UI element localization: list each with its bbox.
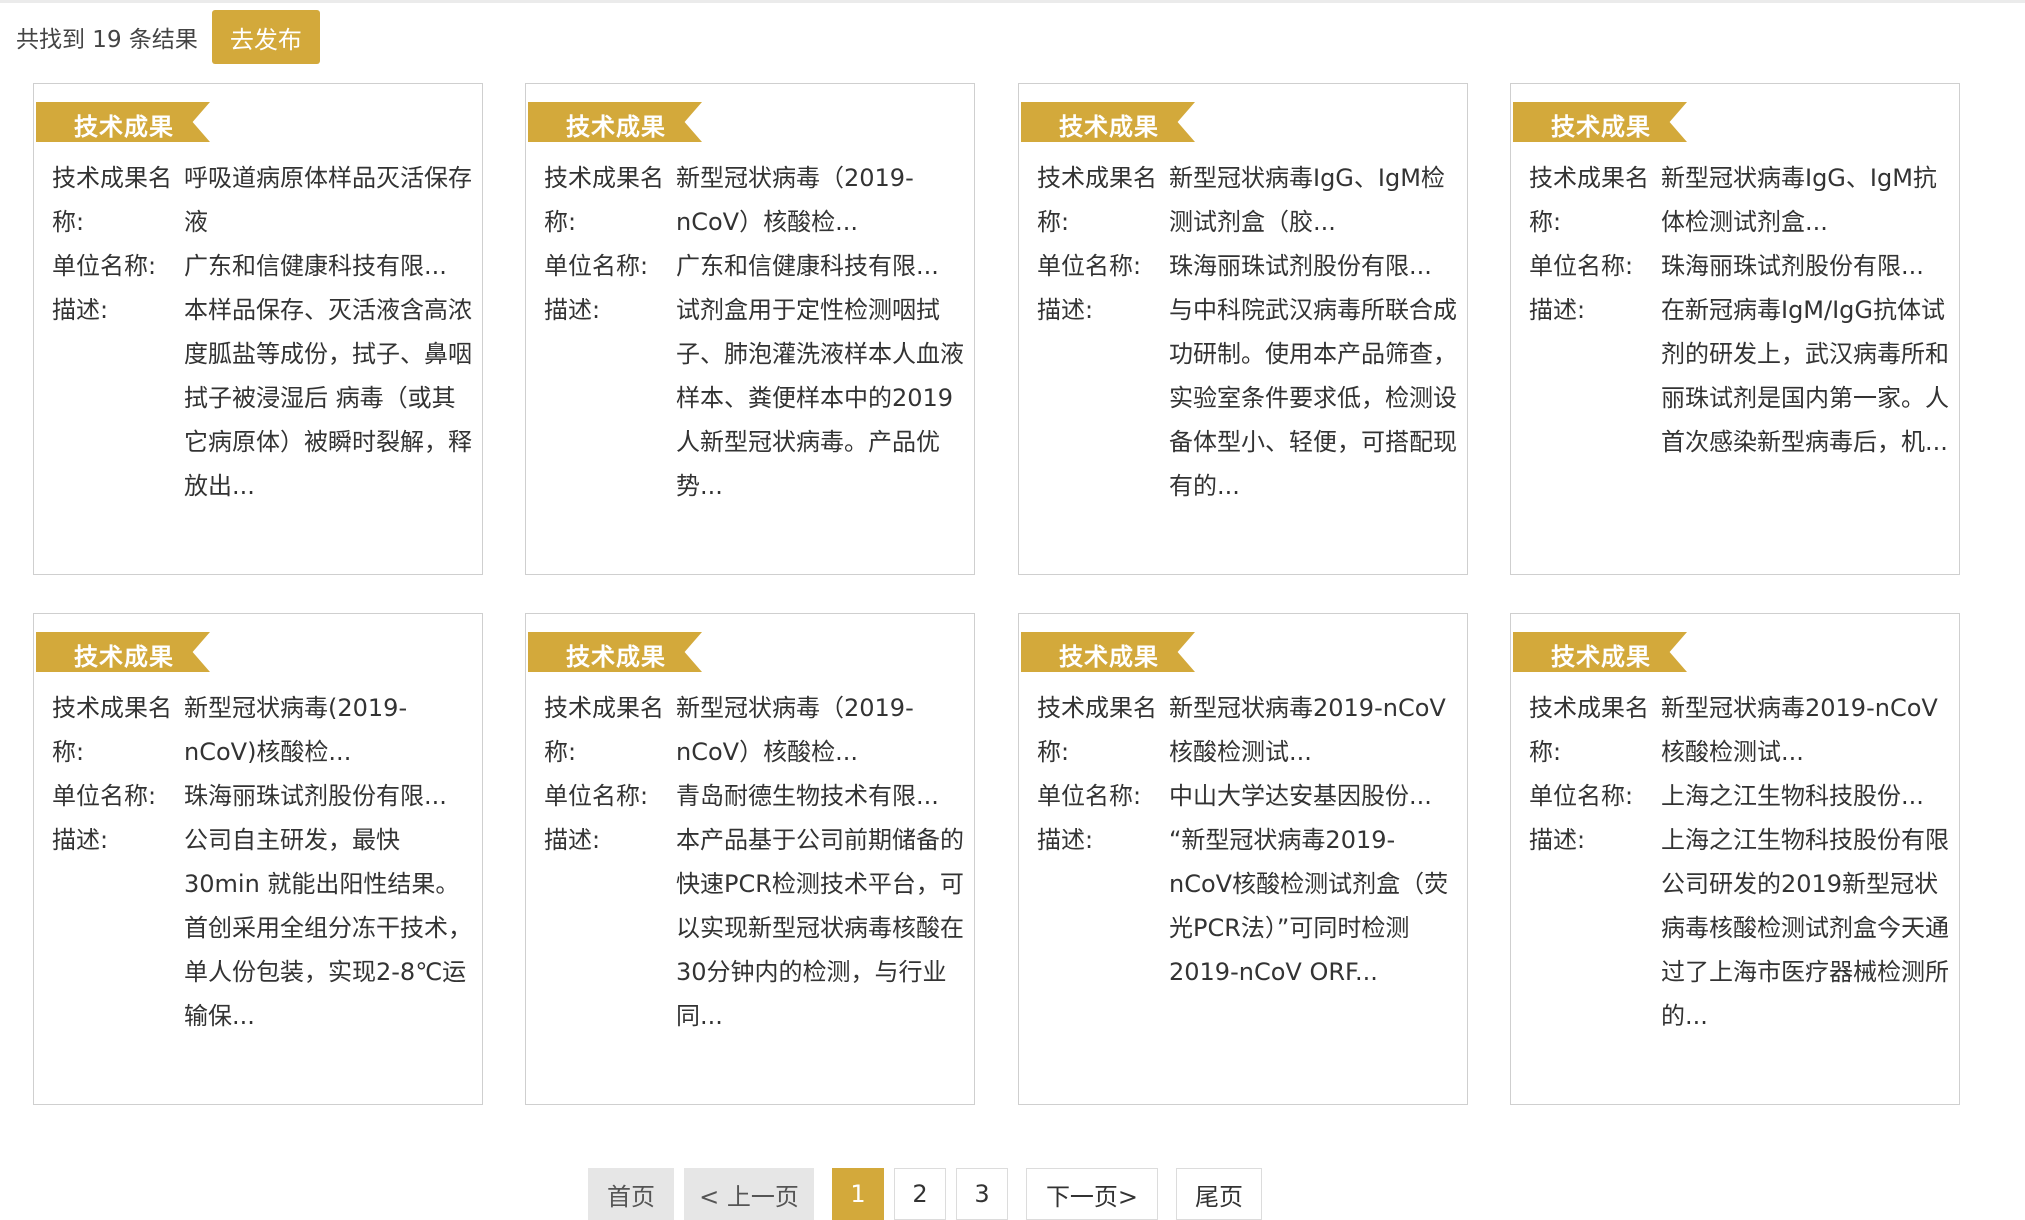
achievement-name[interactable]: 呼吸道病原体样品灭活保存液 xyxy=(184,156,472,244)
organization-name: 珠海丽珠试剂股份有限... xyxy=(184,782,447,810)
name-label: 技术成果名称: xyxy=(544,694,664,766)
achievement-name[interactable]: 新型冠状病毒IgG、IgM检测试剂盒（胶... xyxy=(1169,156,1457,244)
description: 公司自主研发，最快30min 就能出阳性结果。首创采用全组分冻干技术，单人份包装… xyxy=(184,826,472,1030)
name-label: 技术成果名称: xyxy=(52,694,172,766)
organization-name: 珠海丽珠试剂股份有限... xyxy=(1661,252,1924,280)
desc-label: 描述: xyxy=(1529,826,1586,854)
achievement-name[interactable]: 新型冠状病毒2019-nCoV核酸检测试... xyxy=(1661,686,1949,774)
org-label: 单位名称: xyxy=(1037,782,1142,810)
page-1-button[interactable]: 1 xyxy=(832,1168,884,1220)
org-label: 单位名称: xyxy=(1529,252,1634,280)
result-card[interactable]: 技术成果 技术成果名称: 新型冠状病毒IgG、IgM检测试剂盒（胶... 单位名称… xyxy=(1018,83,1468,575)
description: “新型冠状病毒2019-nCoV核酸检测试剂盒（荧光PCR法）”可同时检测201… xyxy=(1169,826,1449,986)
name-label: 技术成果名称: xyxy=(1529,164,1649,236)
desc-label: 描述: xyxy=(1037,826,1094,854)
organization-name: 广东和信健康科技有限... xyxy=(184,252,447,280)
result-card[interactable]: 技术成果 技术成果名称: 新型冠状病毒2019-nCoV核酸检测试... 单位名称… xyxy=(1018,613,1468,1105)
name-label: 技术成果名称: xyxy=(52,164,172,236)
results-toolbar: 共找到 19 条结果 去发布 xyxy=(0,9,320,65)
category-badge: 技术成果 xyxy=(1513,632,1687,672)
desc-label: 描述: xyxy=(52,296,109,324)
first-page-button[interactable]: 首页 xyxy=(588,1168,674,1220)
desc-label: 描述: xyxy=(1529,296,1586,324)
org-label: 单位名称: xyxy=(52,782,157,810)
category-badge: 技术成果 xyxy=(1021,102,1195,142)
last-page-button[interactable]: 尾页 xyxy=(1176,1168,1262,1220)
page-2-button[interactable]: 2 xyxy=(894,1168,946,1220)
category-badge: 技术成果 xyxy=(1021,632,1195,672)
org-label: 单位名称: xyxy=(544,252,649,280)
result-card[interactable]: 技术成果 技术成果名称: 新型冠状病毒（2019-nCoV）核酸检... 单位名称… xyxy=(525,83,975,575)
result-card[interactable]: 技术成果 技术成果名称: 新型冠状病毒(2019-nCoV)核酸检... 单位名称… xyxy=(33,613,483,1105)
organization-name: 中山大学达安基因股份... xyxy=(1169,782,1432,810)
publish-button[interactable]: 去发布 xyxy=(211,10,320,64)
description: 在新冠病毒IgM/IgG抗体试剂的研发上，武汉病毒所和丽珠试剂是国内第一家。人首… xyxy=(1661,296,1949,456)
name-label: 技术成果名称: xyxy=(1529,694,1649,766)
next-page-button[interactable]: 下一页> xyxy=(1026,1168,1158,1220)
result-count: 共找到 19 条结果 xyxy=(16,27,198,53)
result-card[interactable]: 技术成果 技术成果名称: 新型冠状病毒IgG、IgM抗体检测试剂盒... 单位名称… xyxy=(1510,83,1960,575)
prev-page-button[interactable]: < 上一页 xyxy=(684,1168,814,1220)
organization-name: 珠海丽珠试剂股份有限... xyxy=(1169,252,1432,280)
result-card[interactable]: 技术成果 技术成果名称: 呼吸道病原体样品灭活保存液 单位名称: 广东和信健康科技有… xyxy=(33,83,483,575)
desc-label: 描述: xyxy=(52,826,109,854)
description: 本产品基于公司前期储备的快速PCR检测技术平台，可以实现新型冠状病毒核酸在30分… xyxy=(676,826,964,1030)
name-label: 技术成果名称: xyxy=(544,164,664,236)
desc-label: 描述: xyxy=(544,296,601,324)
name-label: 技术成果名称: xyxy=(1037,164,1157,236)
category-badge: 技术成果 xyxy=(528,632,702,672)
org-label: 单位名称: xyxy=(544,782,649,810)
achievement-name[interactable]: 新型冠状病毒（2019-nCoV）核酸检... xyxy=(676,156,964,244)
category-badge: 技术成果 xyxy=(36,632,210,672)
description: 上海之江生物科技股份有限公司研发的2019新型冠状病毒核酸检测试剂盒今天通过了上… xyxy=(1661,826,1949,1030)
achievement-name[interactable]: 新型冠状病毒2019-nCoV核酸检测试... xyxy=(1169,686,1457,774)
result-card[interactable]: 技术成果 技术成果名称: 新型冠状病毒（2019-nCoV）核酸检... 单位名称… xyxy=(525,613,975,1105)
description: 试剂盒用于定性检测咽拭子、肺泡灌洗液样本人血液样本、粪便样本中的2019人新型冠… xyxy=(676,296,964,500)
organization-name: 上海之江生物科技股份... xyxy=(1661,782,1924,810)
org-label: 单位名称: xyxy=(1529,782,1634,810)
category-badge: 技术成果 xyxy=(36,102,210,142)
desc-label: 描述: xyxy=(1037,296,1094,324)
result-card[interactable]: 技术成果 技术成果名称: 新型冠状病毒2019-nCoV核酸检测试... 单位名称… xyxy=(1510,613,1960,1105)
achievement-name[interactable]: 新型冠状病毒(2019-nCoV)核酸检... xyxy=(184,686,472,774)
desc-label: 描述: xyxy=(544,826,601,854)
description: 与中科院武汉病毒所联合成功研制。使用本产品筛查，实验室条件要求低，检测设备体型小… xyxy=(1169,296,1457,500)
achievement-name[interactable]: 新型冠状病毒（2019-nCoV）核酸检... xyxy=(676,686,964,774)
description: 本样品保存、灭活液含高浓度胍盐等成份，拭子、鼻咽拭子被浸湿后 病毒（或其它病原体… xyxy=(184,296,472,500)
org-label: 单位名称: xyxy=(52,252,157,280)
achievement-name[interactable]: 新型冠状病毒IgG、IgM抗体检测试剂盒... xyxy=(1661,156,1949,244)
pagination: 首页 < 上一页 1 2 3 下一页> 尾页 xyxy=(588,1168,1272,1220)
category-badge: 技术成果 xyxy=(1513,102,1687,142)
name-label: 技术成果名称: xyxy=(1037,694,1157,766)
page-3-button[interactable]: 3 xyxy=(956,1168,1008,1220)
category-badge: 技术成果 xyxy=(528,102,702,142)
search-results-page: 共找到 19 条结果 去发布 技术成果 技术成果名称: 呼吸道病原体样品灭活保存液… xyxy=(0,0,2025,1220)
org-label: 单位名称: xyxy=(1037,252,1142,280)
organization-name: 青岛耐德生物技术有限... xyxy=(676,782,939,810)
organization-name: 广东和信健康科技有限... xyxy=(676,252,939,280)
